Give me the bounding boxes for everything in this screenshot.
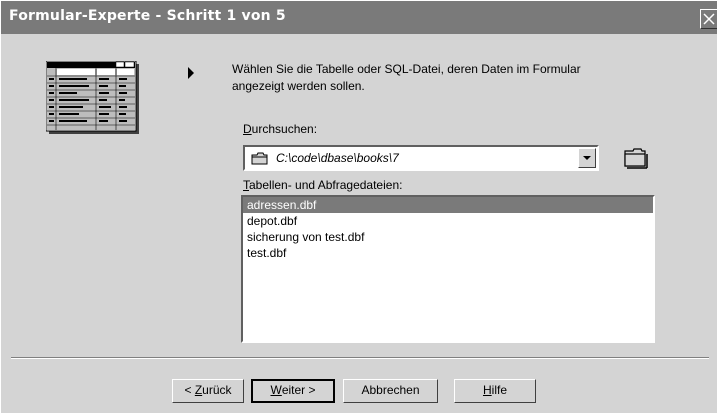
help-button[interactable]: Hilfe [454,379,536,403]
separator [11,357,709,359]
close-button[interactable] [700,9,717,29]
back-button[interactable]: < Zurück [172,379,244,403]
list-item[interactable]: sicherung von test.dbf [243,229,653,245]
folder-browse-icon[interactable] [622,146,648,170]
folder-icon [251,152,268,165]
window-title: Formular-Experte - Schritt 1 von 5 [9,8,286,24]
instruction-text: Wählen Sie die Tabelle oder SQL-Datei, d… [232,62,581,93]
path-combobox[interactable]: C:\code\dbase\books\7 [243,145,599,171]
path-dropdown-button[interactable] [578,148,596,168]
title-bar[interactable]: Formular-Experte - Schritt 1 von 5 [1,1,717,34]
file-listbox[interactable]: adressen.dbf depot.dbf sicherung von tes… [241,195,655,343]
cancel-button[interactable]: Abbrechen [343,379,438,403]
files-label: Tabellen- und Abfragedateien: [243,178,403,192]
list-item[interactable]: depot.dbf [243,213,653,229]
triangle-right-icon [188,67,194,79]
table-preview-icon [46,61,139,134]
close-icon [703,13,715,25]
wizard-window: Formular-Experte - Schritt 1 von 5 Wähle… [0,0,718,414]
browse-label: Durchsuchen: [243,122,318,136]
path-value: C:\code\dbase\books\7 [276,151,399,165]
next-button[interactable]: Weiter > [251,379,335,403]
list-item[interactable]: test.dbf [243,245,653,261]
list-item[interactable]: adressen.dbf [243,197,653,213]
